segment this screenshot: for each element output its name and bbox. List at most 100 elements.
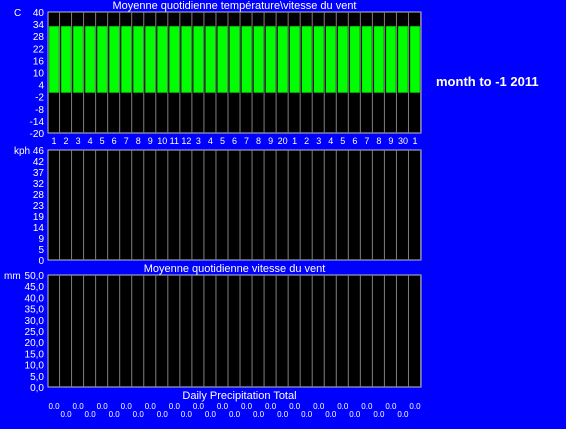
data-label: 0.0	[121, 402, 133, 411]
data-label: 0.0	[145, 402, 157, 411]
x-tick-label: 6	[112, 136, 117, 146]
x-tick-label: 3	[196, 136, 201, 146]
data-label: 0.0	[181, 410, 193, 419]
data-label: 0.0	[169, 402, 181, 411]
x-tick-label: 7	[124, 136, 129, 146]
y-tick-label: 37	[33, 168, 45, 179]
y-tick-label: 0,0	[30, 383, 44, 394]
data-label: 0.0	[349, 410, 361, 419]
y-tick-label: 23	[33, 201, 45, 212]
x-tick-label: 9	[148, 136, 153, 146]
bar-1-19	[265, 25, 276, 93]
bar-1-16	[229, 25, 240, 93]
data-label: 0.0	[253, 410, 265, 419]
bar-1-14	[205, 25, 216, 93]
y-tick-label: 4	[38, 81, 44, 92]
chart-canvas: Moyenne quotidienne température\vitesse …	[4, 0, 422, 419]
bar-1-11	[169, 25, 180, 93]
x-tick-label: 30	[398, 136, 408, 146]
y-tick-label: 10	[33, 69, 45, 80]
x-tick-label: 8	[256, 136, 261, 146]
bar-1-17	[241, 25, 252, 93]
y-tick-label: 20,0	[25, 338, 45, 349]
unit-label-1: C	[14, 8, 21, 19]
bar-1-15	[217, 25, 228, 93]
data-label: 0.0	[193, 402, 205, 411]
y-tick-label: 35,0	[25, 305, 45, 316]
bar-1-25	[337, 25, 349, 93]
y-tick-label: 14	[33, 223, 45, 234]
x-tick-label: 4	[328, 136, 333, 146]
x-tick-label: 7	[364, 136, 369, 146]
bar-1-5	[96, 25, 108, 93]
weather-charts: Moyenne quotidienne température\vitesse …	[0, 0, 566, 424]
y-tick-label: 19	[33, 212, 45, 223]
x-tick-label: 3	[76, 136, 81, 146]
x-tick-label: 9	[268, 136, 273, 146]
y-tick-label: 0	[38, 256, 44, 267]
x-tick-label: 11	[170, 136, 179, 146]
y-tick-label: 28	[33, 32, 45, 43]
bar-1-9	[145, 25, 156, 93]
unit-label-3: mm	[4, 271, 21, 282]
data-label: 0.0	[277, 410, 289, 419]
bar-1-27	[361, 25, 373, 93]
data-label: 0.0	[73, 402, 85, 411]
bar-1-23	[313, 25, 324, 93]
bar-1-29	[385, 25, 397, 93]
y-tick-label: 15,0	[25, 349, 45, 360]
unit-label-2: kph	[14, 146, 30, 157]
bar-1-28	[373, 25, 385, 93]
y-tick-label: 46	[33, 146, 45, 157]
x-tick-label: 5	[100, 136, 105, 146]
data-label: 0.0	[85, 410, 97, 419]
bar-1-30	[397, 25, 409, 93]
bar-1-18	[253, 25, 264, 93]
x-tick-label: 8	[376, 136, 381, 146]
bar-1-1	[48, 25, 60, 93]
data-label: 0.0	[60, 410, 72, 419]
data-label: 0.0	[301, 410, 313, 419]
x-tick-label: 2	[304, 136, 309, 146]
data-label: 0.0	[361, 402, 373, 411]
bar-1-8	[132, 25, 144, 93]
x-tick-label: 1	[412, 136, 417, 146]
bar-1-24	[325, 25, 337, 93]
x-tick-label: 9	[388, 136, 393, 146]
plot-area-2	[47, 149, 422, 261]
bar-1-20	[277, 25, 288, 93]
data-label: 0.0	[48, 402, 60, 411]
y-tick-label: 25,0	[25, 327, 45, 338]
x-tick-label: 3	[316, 136, 321, 146]
x-tick-label: 6	[232, 136, 237, 146]
data-label: 0.0	[241, 402, 253, 411]
x-tick-label: 2	[64, 136, 69, 146]
data-label: 0.0	[133, 410, 145, 419]
data-label: 0.0	[97, 402, 109, 411]
bar-1-22	[301, 25, 312, 93]
x-tick-label: 1	[52, 136, 57, 146]
y-tick-label: -20	[30, 129, 45, 140]
y-tick-label: 5,0	[30, 372, 44, 383]
data-label: 0.0	[109, 410, 121, 419]
y-tick-label: -2	[35, 93, 44, 104]
data-label: 0.0	[325, 410, 337, 419]
y-tick-label: 34	[33, 20, 45, 31]
bar-1-4	[84, 25, 96, 93]
x-tick-label: 10	[157, 136, 167, 146]
bar-1-6	[108, 25, 120, 93]
y-tick-label: 40,0	[25, 293, 45, 304]
x-axis-label: Daily Precipitation Total	[182, 390, 296, 402]
y-tick-label: 45,0	[25, 282, 45, 293]
data-label: 0.0	[229, 410, 241, 419]
bar-1-10	[157, 25, 168, 93]
bar-1-13	[193, 25, 204, 93]
y-tick-label: 10,0	[25, 361, 45, 372]
y-tick-label: 50,0	[25, 271, 45, 282]
y-tick-label: 40	[33, 8, 45, 19]
period-label: month to -1 2011	[436, 74, 539, 89]
y-tick-label: 5	[38, 245, 44, 256]
y-tick-label: 32	[33, 179, 45, 190]
y-tick-label: 28	[33, 190, 45, 201]
data-label: 0.0	[265, 402, 277, 411]
